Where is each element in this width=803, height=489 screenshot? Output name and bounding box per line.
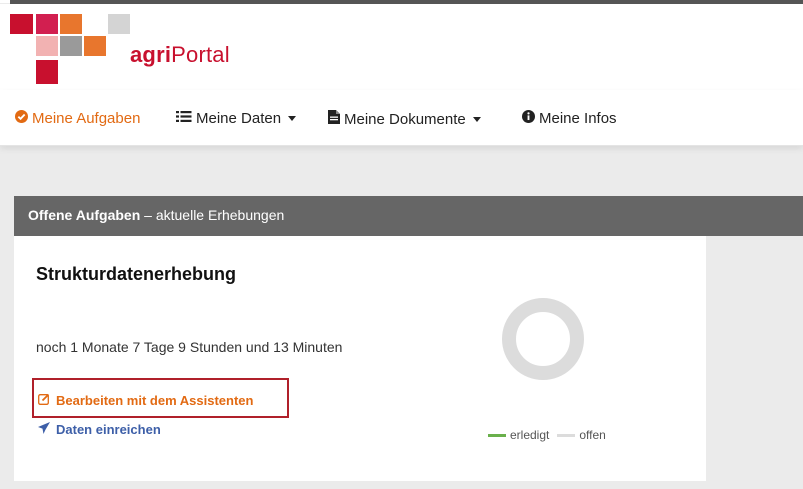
legend-label-offen: offen xyxy=(579,428,606,442)
logo-square-lightgray-top xyxy=(108,14,130,34)
logo-square-red-bottom xyxy=(36,60,58,84)
logo-square-orange xyxy=(84,36,106,56)
brand-name: agriPortal xyxy=(130,42,230,67)
submit-data-link[interactable]: Daten einreichen xyxy=(38,422,161,437)
agriportal-logo[interactable]: agriPortal xyxy=(0,4,300,90)
paper-plane-icon xyxy=(38,422,50,437)
task-countdown: noch 1 Monate 7 Tage 9 Stunden und 13 Mi… xyxy=(36,339,343,355)
nav-item-meine-infos[interactable]: Meine Infos xyxy=(522,110,617,127)
nav-item-meine-aufgaben[interactable]: Meine Aufgaben xyxy=(15,110,140,127)
panel-title-rest: – aktuelle Erhebungen xyxy=(140,207,285,223)
nav-label: Meine Infos xyxy=(539,110,617,127)
legend-label-erledigt: erledigt xyxy=(510,428,550,442)
nav-label: Meine Aufgaben xyxy=(32,110,141,127)
check-circle-icon xyxy=(15,110,28,127)
header: agriPortal xyxy=(0,4,803,90)
edit-icon xyxy=(38,393,50,408)
panel-header: Offene Aufgaben – aktuelle Erhebungen xyxy=(14,196,803,236)
nav-label: Meine Daten xyxy=(196,110,282,127)
logo-square-red-top xyxy=(10,14,33,34)
logo-square-orange-top xyxy=(60,14,82,34)
edit-with-assistant-link[interactable]: Bearbeiten mit dem Assistenten xyxy=(38,393,253,408)
chart-legend: erledigt offen xyxy=(488,428,606,442)
progress-donut-chart xyxy=(502,298,584,380)
list-icon xyxy=(176,110,192,127)
logo-square-gray xyxy=(60,36,82,56)
logo-square-pink xyxy=(36,36,58,56)
donut-slice-offen xyxy=(502,298,584,380)
panel-title-bold: Offene Aufgaben xyxy=(28,207,141,223)
nav-label: Meine Dokumente xyxy=(344,110,466,128)
main-nav: Meine Aufgaben Meine Daten Meine Dokumen… xyxy=(0,90,803,146)
top-border xyxy=(0,0,803,4)
edit-link-label: Bearbeiten mit dem Assistenten xyxy=(56,393,254,408)
logo-square-magenta xyxy=(36,14,58,34)
chevron-down-icon xyxy=(472,116,481,122)
file-icon xyxy=(328,110,340,128)
nav-item-meine-daten[interactable]: Meine Daten xyxy=(176,110,297,127)
info-circle-icon xyxy=(522,110,535,127)
task-title: Strukturdatenerhebung xyxy=(36,264,237,284)
nav-item-meine-dokumente[interactable]: Meine Dokumente xyxy=(328,110,481,128)
chevron-down-icon xyxy=(288,116,297,121)
legend-swatch-erledigt xyxy=(488,433,506,437)
submit-link-label: Daten einreichen xyxy=(56,422,161,437)
legend-swatch-offen xyxy=(557,433,576,437)
